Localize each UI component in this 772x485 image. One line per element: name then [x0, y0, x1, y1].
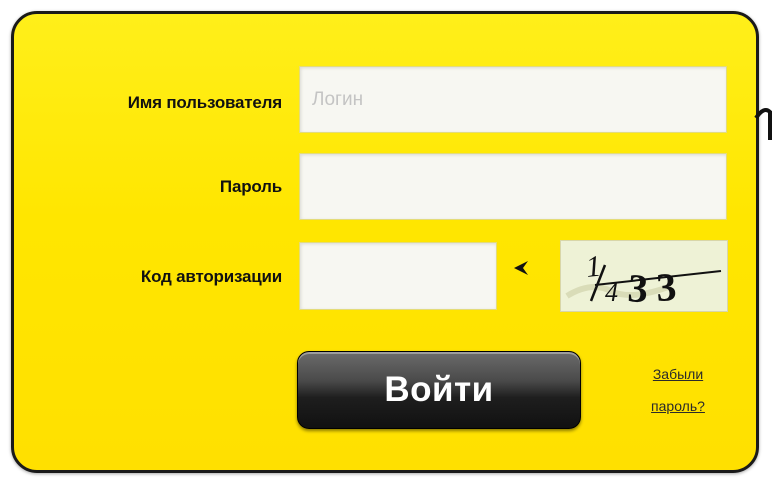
- captcha-glyphs: 1 4 3 3: [561, 241, 727, 311]
- username-label: Имя пользователя: [127, 93, 283, 112]
- svg-text:4: 4: [605, 278, 618, 307]
- username-input[interactable]: [299, 66, 727, 133]
- captcha-image: 1 4 3 3: [560, 240, 728, 312]
- forgot-line-1: Забыли: [652, 366, 704, 382]
- password-label: Пароль: [219, 177, 282, 196]
- svg-text:3: 3: [655, 264, 677, 310]
- arrowhead-left-icon: [514, 261, 528, 275]
- forgot-line-2: пароль?: [651, 398, 705, 414]
- svg-text:3: 3: [626, 265, 649, 311]
- auth-code-label: Код авторизации: [140, 267, 282, 286]
- forgot-password-link[interactable]: Забыли пароль?: [638, 358, 718, 422]
- login-button[interactable]: Войти: [297, 351, 581, 429]
- auth-code-input[interactable]: [299, 242, 497, 310]
- password-input[interactable]: [299, 153, 727, 220]
- edge-curl-decoration: [754, 108, 772, 140]
